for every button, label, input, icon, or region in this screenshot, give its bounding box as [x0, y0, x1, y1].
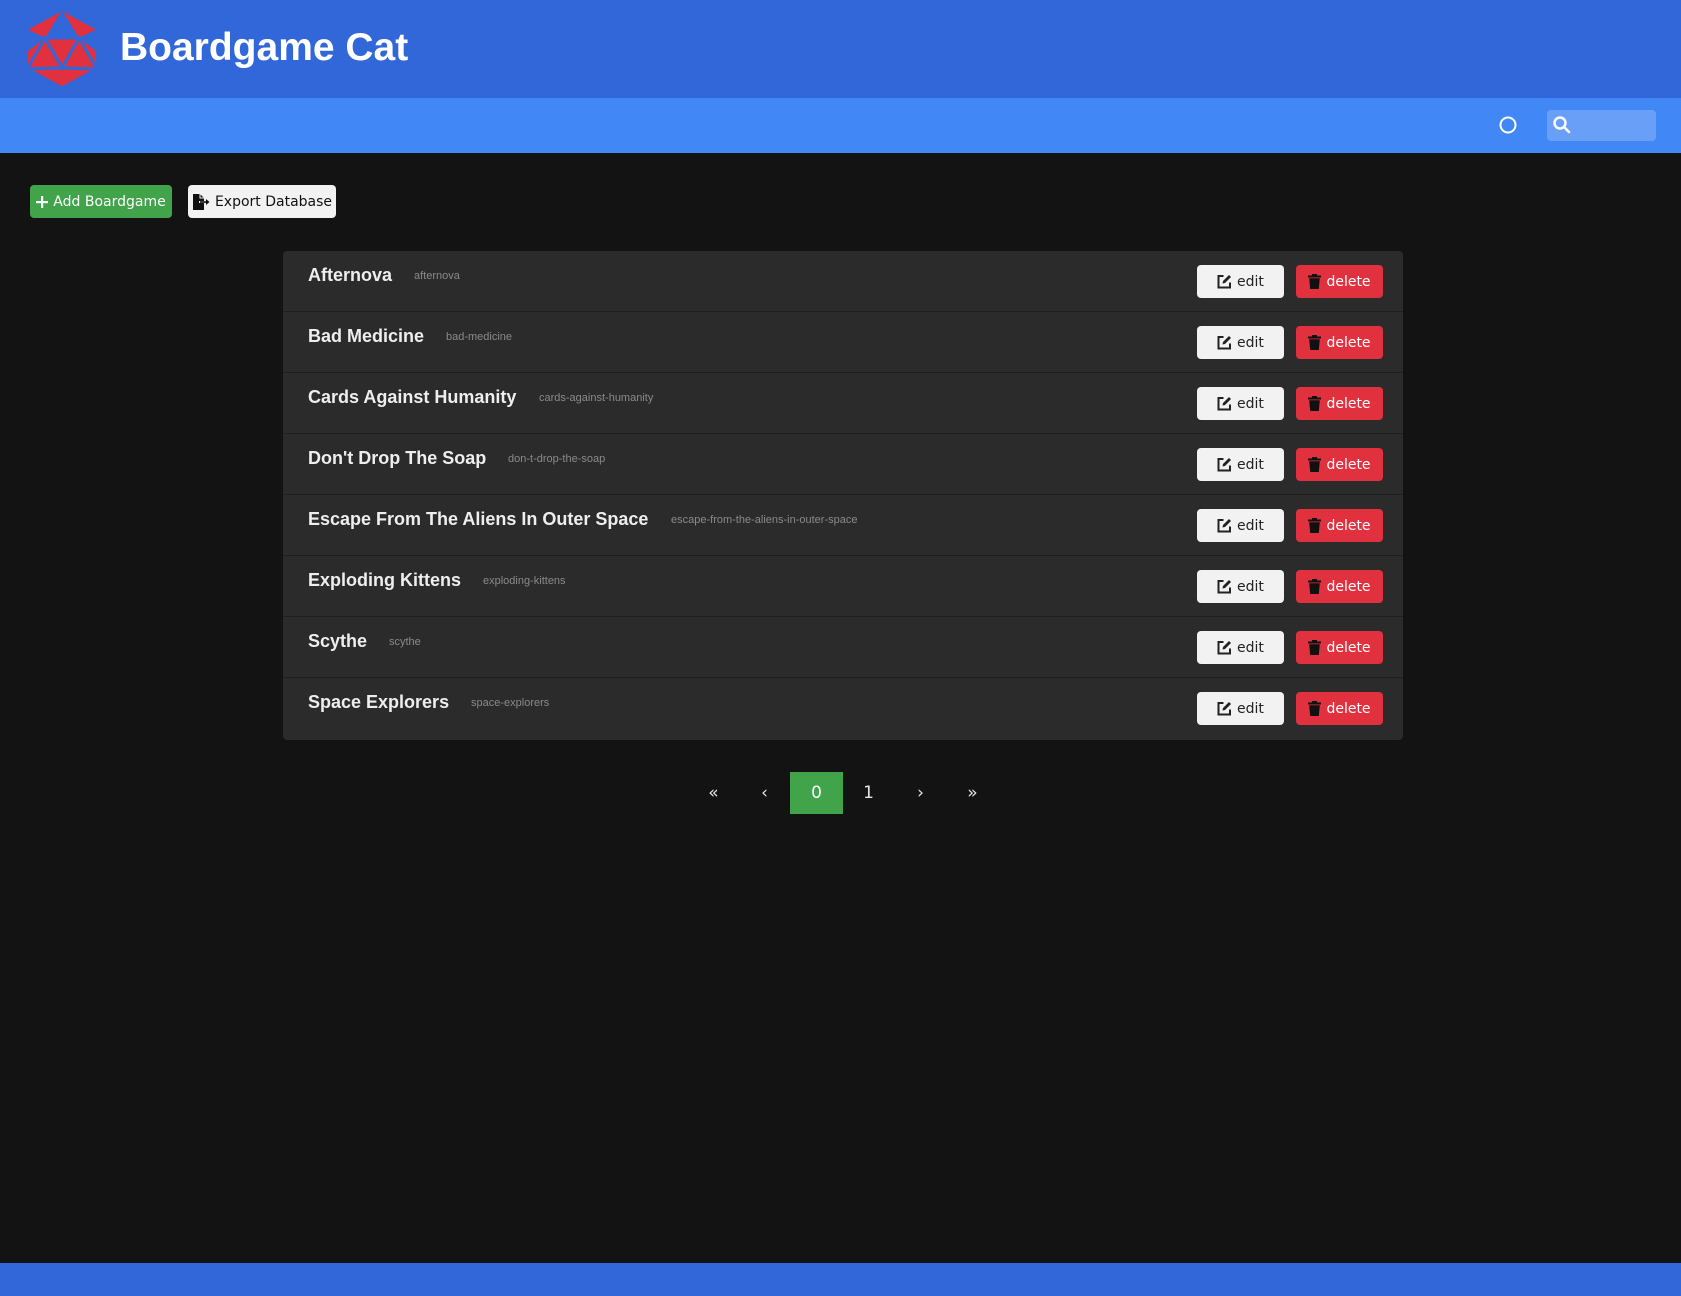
boardgame-row: Cards Against Humanity cards-against-huma… — [283, 373, 1403, 434]
navbar — [0, 98, 1681, 153]
delete-label: delete — [1326, 517, 1371, 534]
file-export-icon — [192, 193, 210, 210]
boardgame-title[interactable]: Don't Drop The Soap — [308, 448, 486, 469]
trash-icon — [1308, 335, 1322, 350]
add-boardgame-button[interactable]: Add Boardgame — [30, 185, 172, 218]
edit-icon — [1217, 702, 1232, 716]
pagination-prev-button[interactable]: ‹ — [738, 772, 791, 814]
add-boardgame-label: Add Boardgame — [53, 193, 166, 210]
pagination-page-1[interactable]: 1 — [842, 772, 895, 814]
edit-icon — [1217, 397, 1232, 411]
edit-icon — [1217, 580, 1232, 594]
boardgame-slug: exploding-kittens — [483, 575, 566, 587]
edit-label: edit — [1237, 639, 1264, 656]
boardgame-slug: don-t-drop-the-soap — [508, 453, 606, 465]
delete-label: delete — [1326, 273, 1371, 290]
boardgame-slug: escape-from-the-aliens-in-outer-space — [671, 514, 858, 526]
boardgame-title[interactable]: Bad Medicine — [308, 326, 424, 347]
delete-button[interactable]: delete — [1296, 326, 1383, 359]
boardgame-slug: cards-against-humanity — [539, 392, 654, 404]
search-input[interactable] — [1577, 110, 1653, 141]
delete-button[interactable]: delete — [1296, 631, 1383, 664]
edit-icon — [1217, 275, 1232, 289]
edit-button[interactable]: edit — [1197, 509, 1284, 542]
edit-label: edit — [1237, 578, 1264, 595]
delete-button[interactable]: delete — [1296, 265, 1383, 298]
search-box[interactable] — [1547, 110, 1656, 141]
delete-label: delete — [1326, 395, 1371, 412]
delete-button[interactable]: delete — [1296, 509, 1383, 542]
delete-button[interactable]: delete — [1296, 570, 1383, 603]
delete-label: delete — [1326, 456, 1371, 473]
export-database-button[interactable]: Export Database — [188, 185, 336, 218]
edit-label: edit — [1237, 273, 1264, 290]
boardgame-row: Don't Drop The Soap don-t-drop-the-soap ed… — [283, 434, 1403, 495]
delete-button[interactable]: delete — [1296, 448, 1383, 481]
edit-button[interactable]: edit — [1197, 387, 1284, 420]
delete-button[interactable]: delete — [1296, 387, 1383, 420]
edit-label: edit — [1237, 700, 1264, 717]
delete-button[interactable]: delete — [1296, 692, 1383, 725]
boardgame-row: Space Explorers space-explorers edit delete — [283, 678, 1403, 739]
pagination-first-button[interactable]: « — [687, 772, 740, 814]
trash-icon — [1308, 457, 1322, 472]
boardgame-title[interactable]: Escape From The Aliens In Outer Space — [308, 509, 648, 530]
export-database-label: Export Database — [214, 193, 333, 210]
d20-dice-logo-icon[interactable] — [22, 8, 102, 90]
edit-button[interactable]: edit — [1197, 570, 1284, 603]
boardgame-row: Escape From The Aliens In Outer Space esc… — [283, 495, 1403, 556]
edit-button[interactable]: edit — [1197, 265, 1284, 298]
boardgame-row: Bad Medicine bad-medicine edit delete — [283, 312, 1403, 373]
trash-icon — [1308, 274, 1322, 289]
trash-icon — [1308, 701, 1322, 716]
search-icon — [1553, 116, 1571, 134]
boardgame-slug: space-explorers — [471, 697, 550, 709]
edit-button[interactable]: edit — [1197, 448, 1284, 481]
boardgame-list: Afternova afternova edit delete Bad Medicine… — [283, 251, 1403, 740]
app-title[interactable]: Boardgame Cat — [120, 24, 408, 72]
plus-icon — [36, 195, 49, 208]
pagination-last-button[interactable]: » — [946, 772, 999, 814]
boardgame-title[interactable]: Scythe — [308, 631, 367, 652]
boardgame-slug: afternova — [414, 270, 460, 282]
edit-label: edit — [1237, 456, 1264, 473]
pagination-next-button[interactable]: › — [894, 772, 947, 814]
boardgame-title[interactable]: Cards Against Humanity — [308, 387, 516, 408]
edit-button[interactable]: edit — [1197, 326, 1284, 359]
boardgame-slug: scythe — [389, 636, 421, 648]
edit-icon — [1217, 336, 1232, 350]
edit-label: edit — [1237, 517, 1264, 534]
trash-icon — [1308, 396, 1322, 411]
boardgame-row: Scythe scythe edit delete — [283, 617, 1403, 678]
trash-icon — [1308, 640, 1322, 655]
theme-toggle-circle-icon[interactable] — [1498, 115, 1518, 135]
delete-label: delete — [1326, 700, 1371, 717]
edit-icon — [1217, 458, 1232, 472]
app-header: Boardgame Cat — [0, 0, 1681, 98]
boardgame-title[interactable]: Space Explorers — [308, 692, 449, 713]
edit-button[interactable]: edit — [1197, 631, 1284, 664]
edit-icon — [1217, 641, 1232, 655]
boardgame-title[interactable]: Exploding Kittens — [308, 570, 461, 591]
pagination-page-0[interactable]: 0 — [790, 772, 843, 814]
edit-button[interactable]: edit — [1197, 692, 1284, 725]
boardgame-slug: bad-medicine — [446, 331, 513, 343]
boardgame-title[interactable]: Afternova — [308, 265, 392, 286]
edit-label: edit — [1237, 334, 1264, 351]
boardgame-row: Afternova afternova edit delete — [283, 251, 1403, 312]
edit-label: edit — [1237, 395, 1264, 412]
trash-icon — [1308, 518, 1322, 533]
trash-icon — [1308, 579, 1322, 594]
delete-label: delete — [1326, 639, 1371, 656]
boardgame-row: Exploding Kittens exploding-kittens edit de… — [283, 556, 1403, 617]
delete-label: delete — [1326, 334, 1371, 351]
edit-icon — [1217, 519, 1232, 533]
footer — [0, 1263, 1681, 1296]
delete-label: delete — [1326, 578, 1371, 595]
